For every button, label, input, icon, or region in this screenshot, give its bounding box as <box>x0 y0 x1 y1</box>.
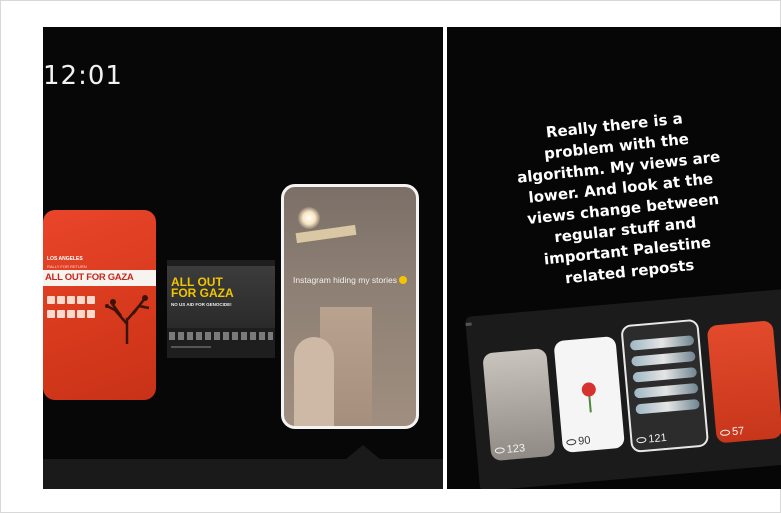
screenshot-frame: 12:01 LOS ANGELES RALLY FOR RETURN ALL O… <box>0 0 781 513</box>
view-count-value: 123 <box>506 442 526 456</box>
ceiling-light-icon <box>298 207 320 229</box>
list-row <box>629 335 695 351</box>
poster-subheadline: NO US AID FOR GENOCIDE! <box>171 302 232 307</box>
story-caption-text: Instagram hiding my stories <box>293 275 397 285</box>
eye-icon <box>494 447 506 454</box>
poster-headline: ALL OUT FOR GAZA <box>171 276 234 300</box>
eye-icon <box>566 438 577 446</box>
poster-sponsor-logos <box>47 296 99 322</box>
poster-footer-line <box>171 346 211 348</box>
story-caption: Instagram hiding my stories <box>284 274 416 286</box>
story-views-tray: 123 90 121 57 <box>465 287 781 489</box>
story-card-gaza-poster[interactable]: ALL OUT FOR GAZA NO US AID FOR GENOCIDE! <box>167 260 275 358</box>
status-time: 12:01 <box>43 61 123 91</box>
story-text-overlay: Really there is a problem with the algor… <box>516 109 722 288</box>
view-count: 90 <box>566 435 591 449</box>
story-thumbnail[interactable]: 57 <box>706 320 781 444</box>
list-row <box>633 382 699 399</box>
view-count-value: 57 <box>731 425 745 439</box>
view-count: 123 <box>494 442 526 457</box>
flower-icon <box>581 381 597 398</box>
list-row <box>631 351 696 367</box>
poster-headline: ALL OUT FOR GAZA <box>45 272 134 283</box>
story-switcher-panel: 12:01 LOS ANGELES RALLY FOR RETURN ALL O… <box>43 27 443 489</box>
eye-icon <box>636 436 647 444</box>
view-count-value: 90 <box>577 434 592 448</box>
view-count: 121 <box>636 432 667 447</box>
tray-handle <box>465 322 472 326</box>
selection-indicator <box>345 445 381 460</box>
eye-icon <box>719 429 731 437</box>
poster-subkicker: RALLY FOR RETURN <box>47 264 87 269</box>
story-thumbnail-selected[interactable]: 121 <box>620 318 710 454</box>
tree-illustration-icon <box>105 295 150 344</box>
bottom-toolbar <box>43 459 443 489</box>
story-card-rally-poster[interactable]: LOS ANGELES RALLY FOR RETURN ALL OUT FOR… <box>43 210 156 400</box>
poster-headline-line2: FOR GAZA <box>171 286 234 300</box>
story-card-active[interactable]: Instagram hiding my stories <box>281 184 419 429</box>
story-thumbnail[interactable]: 123 <box>482 348 556 462</box>
story-thumbnail[interactable]: 90 <box>553 335 625 453</box>
list-row <box>635 398 700 415</box>
flower-stem <box>588 396 592 413</box>
view-count: 57 <box>719 425 745 439</box>
hand-image <box>294 337 334 426</box>
poster-sponsor-logos <box>169 332 273 340</box>
list-row <box>632 367 698 383</box>
smile-emoji-icon <box>398 276 407 284</box>
view-count-value: 121 <box>647 431 668 446</box>
poster-kicker: LOS ANGELES <box>47 256 83 262</box>
story-text-panel: Really there is a problem with the algor… <box>447 27 781 489</box>
